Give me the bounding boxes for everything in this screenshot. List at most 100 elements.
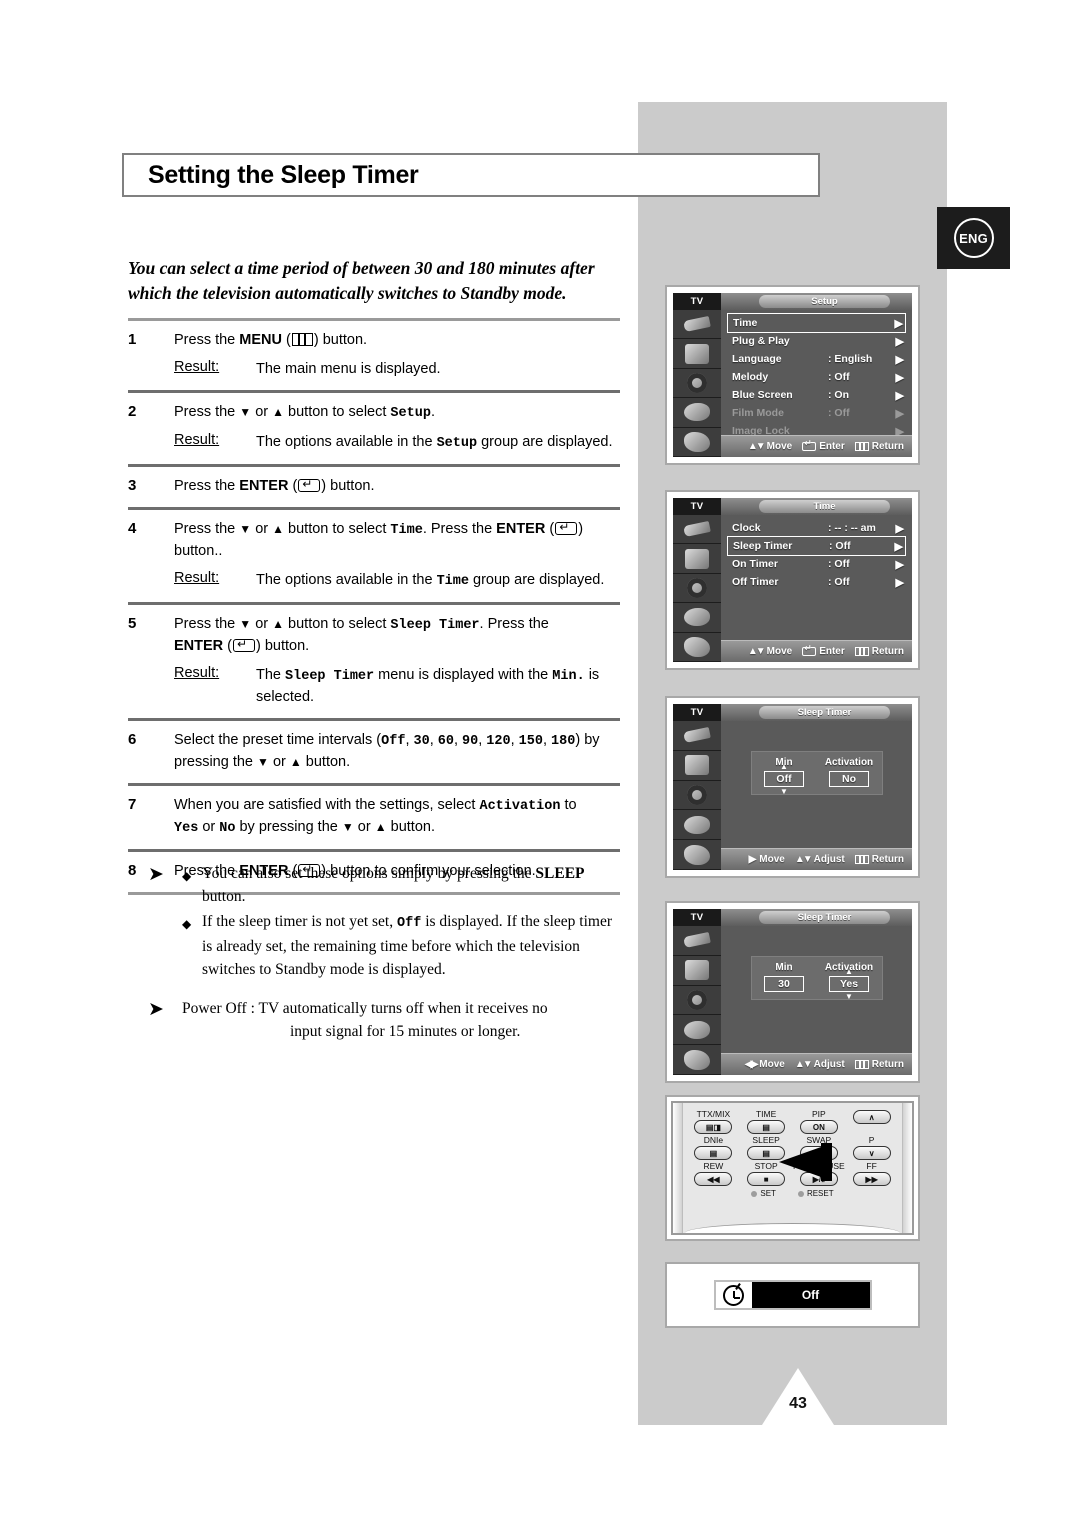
speaker-icon[interactable] (673, 780, 721, 811)
result-text: The main menu is displayed. (256, 361, 441, 377)
remote-key-pip[interactable]: PIP ON (793, 1109, 846, 1134)
note-text: If the sleep timer is not yet set, Off i… (202, 910, 618, 981)
remote-key-dnie[interactable]: DNIe ▤ (687, 1135, 740, 1160)
up-triangle-icon: ▲ (289, 755, 302, 769)
ttx-mix-icon[interactable]: ▤◨ (694, 1120, 733, 1134)
enter-icon (233, 637, 256, 652)
min-value[interactable]: Off (764, 771, 804, 787)
osd-sleep-timer-off: TV Sleep Timer Min Activation ▲ Off ▼ No… (665, 696, 920, 878)
footer-label: Return (871, 854, 904, 865)
row-label: Language (732, 353, 782, 365)
row-value: : Off (828, 576, 850, 588)
step-number: 7 (128, 796, 137, 813)
osd-row-off-timer[interactable]: Off Timer : Off ▶ (727, 573, 906, 591)
power-off-label: Power Off : (182, 1000, 259, 1017)
feature-icon[interactable] (673, 810, 721, 841)
key-label: PIP (812, 1109, 826, 1119)
step-number: 1 (128, 331, 137, 348)
osd-row-time[interactable]: Time ▶ (727, 313, 906, 333)
setup-icon[interactable] (673, 840, 721, 870)
step-text: button to select (284, 521, 391, 537)
remote-key-p-down[interactable]: P ∨ (845, 1135, 898, 1160)
enter-icon (298, 477, 321, 492)
result-text-b: group are displayed. (477, 434, 613, 450)
remote-key-time[interactable]: TIME ▤ (740, 1109, 793, 1134)
activation-value[interactable]: Yes (829, 976, 869, 992)
osd-row-film-mode[interactable]: Film Mode : Off ▶ (727, 404, 906, 422)
up-triangle-icon: ▲ (272, 617, 285, 631)
min-cell[interactable]: 30 (752, 976, 817, 992)
remote-bottom-curve (685, 1223, 900, 1233)
result-row: Result: The Sleep Timer menu is displaye… (174, 665, 620, 708)
step-4: 4 Press the ▼ or ▲ button to select Time… (128, 510, 620, 602)
result-row: Result: The options available in the Set… (174, 432, 620, 454)
right-arrow-icon: ▶ (894, 317, 903, 330)
key-label: SWAP (806, 1135, 832, 1145)
osd-rows: Clock : -- : -- am ▶ Sleep Timer : Off ▶… (721, 515, 912, 640)
result-text-b: menu is displayed with the (374, 667, 553, 683)
rewind-icon[interactable]: ◀◀ (694, 1172, 733, 1186)
remote-key-ttx-mix[interactable]: TTX/MIX ▤◨ (687, 1109, 740, 1134)
osd-row-clock[interactable]: Clock : -- : -- am ▶ (727, 519, 906, 537)
setup-icon[interactable] (673, 632, 721, 662)
no-keyword: No (219, 821, 236, 836)
enter-icon (802, 439, 817, 451)
plug-icon[interactable] (673, 721, 721, 751)
footer-label: Return (871, 441, 904, 452)
plug-icon[interactable] (673, 515, 721, 545)
down-caret-icon: ▼ (780, 787, 788, 796)
osd-row-language[interactable]: Language : English ▶ (727, 350, 906, 368)
feature-icon[interactable] (673, 1015, 721, 1046)
step-text: or (251, 616, 273, 632)
fast-forward-icon[interactable]: ▶▶ (852, 1172, 891, 1186)
remote-key-set[interactable]: SET (751, 1189, 776, 1198)
clock-tick-icon (735, 1282, 741, 1290)
interval-150: 150 (518, 734, 543, 749)
step-instruction: Press the ▼ or ▲ button to select Sleep … (174, 614, 620, 657)
osd-footer: ▲▼Move Enter Return (721, 640, 912, 662)
remote-key-rew[interactable]: REW ◀◀ (687, 1161, 740, 1186)
plug-icon[interactable] (673, 310, 721, 340)
feature-icon[interactable] (673, 603, 721, 633)
chevron-down-icon[interactable]: ∨ (852, 1146, 891, 1160)
dnie-icon[interactable]: ▤ (694, 1146, 733, 1160)
note-text-a: If the sleep timer is not yet set, (202, 913, 397, 930)
osd-row-blue-screen[interactable]: Blue Screen : On ▶ (727, 386, 906, 404)
remote-key-ff[interactable]: FF ▶▶ (845, 1161, 898, 1186)
osd-title: Time (759, 500, 890, 513)
activation-cell[interactable]: ▲ Yes ▼ (817, 968, 882, 1001)
osd-row-on-timer[interactable]: On Timer : Off ▶ (727, 555, 906, 573)
tv-picture-icon[interactable] (673, 955, 721, 986)
step-5: 5 Press the ▼ or ▲ button to select Slee… (128, 605, 620, 718)
setup-icon[interactable] (673, 427, 721, 457)
speaker-icon[interactable] (673, 573, 721, 604)
tv-picture-icon[interactable] (673, 339, 721, 369)
feature-icon[interactable] (673, 398, 721, 428)
remote-key-reset[interactable]: RESET (797, 1189, 834, 1198)
left-right-arrow-icon: ◀▶ (744, 1059, 758, 1070)
setup-icon[interactable] (673, 1045, 721, 1075)
right-arrow-icon: ▶ (895, 371, 904, 384)
time-icon[interactable]: ▤ (747, 1120, 786, 1134)
footer-label: Return (871, 1059, 904, 1070)
tv-picture-icon[interactable] (673, 544, 721, 574)
min-value[interactable]: 30 (764, 976, 804, 992)
activation-cell[interactable]: No (817, 771, 882, 787)
speaker-icon[interactable] (673, 368, 721, 399)
pip-on-icon[interactable]: ON (799, 1120, 838, 1134)
plug-icon[interactable] (673, 926, 721, 956)
osd-title: Sleep Timer (759, 911, 890, 924)
tv-picture-icon[interactable] (673, 750, 721, 781)
min-keyword: Min. (552, 669, 585, 684)
chevron-up-icon[interactable]: ∧ (852, 1110, 891, 1124)
osd-row-sleep-timer[interactable]: Sleep Timer : Off ▶ (727, 536, 906, 556)
note-text-b: is displayed. (421, 913, 503, 930)
note-block-1: ➤ ◆ You can also set these options simpl… (148, 862, 618, 983)
speaker-icon[interactable] (673, 985, 721, 1016)
min-cell[interactable]: ▲ Off ▼ (752, 763, 817, 796)
osd-row-plug-play[interactable]: Plug & Play ▶ (727, 332, 906, 350)
footer-move: ▶ Move (749, 854, 785, 865)
osd-row-melody[interactable]: Melody : Off ▶ (727, 368, 906, 386)
activation-value[interactable]: No (829, 771, 869, 787)
remote-key-ch-up[interactable]: ∧ (845, 1109, 898, 1134)
